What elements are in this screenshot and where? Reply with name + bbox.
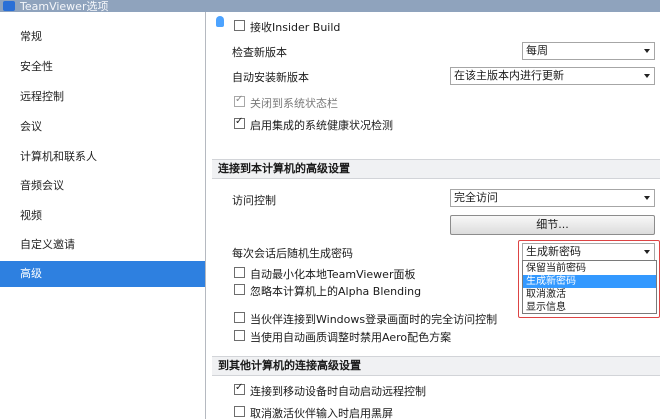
option-deactivate[interactable]: 取消激活 — [523, 288, 656, 301]
details-button[interactable]: 细节... — [450, 215, 655, 235]
access-control-label: 访问控制 — [232, 194, 276, 207]
alpha-blending-checkbox[interactable] — [234, 284, 245, 295]
sidebar-item-remote-control[interactable]: 远程控制 — [0, 84, 205, 110]
health-check-checkbox[interactable] — [234, 116, 245, 129]
sidebar: 常规 安全性 远程控制 会议 计算机和联系人 音频会议 视频 自定义邀请 高级 — [0, 12, 206, 419]
black-screen-checkbox[interactable] — [234, 406, 245, 417]
check-version-label: 检查新版本 — [232, 46, 287, 59]
incoming-section-header: 连接到本计算机的高级设置 — [212, 159, 660, 179]
chevron-down-icon — [644, 196, 650, 200]
chevron-down-icon — [644, 74, 650, 78]
close-to-tray-checkbox[interactable] — [234, 94, 245, 107]
random-password-dropdown-list: 保留当前密码 生成新密码 取消激活 显示信息 — [522, 260, 657, 314]
black-screen-label: 取消激活伙伴输入时启用黑屏 — [250, 407, 393, 419]
option-generate-password[interactable]: 生成新密码 — [523, 275, 656, 288]
sidebar-item-meeting[interactable]: 会议 — [0, 114, 205, 140]
random-password-label: 每次会话后随机生成密码 — [232, 247, 353, 260]
sidebar-item-custom-invitation[interactable]: 自定义邀请 — [0, 232, 205, 258]
check-version-select[interactable]: 每周 — [522, 42, 655, 60]
auto-install-label: 自动安装新版本 — [232, 71, 309, 84]
sidebar-item-audio-conference[interactable]: 音频会议 — [0, 173, 205, 199]
minimize-panel-checkbox[interactable] — [234, 267, 245, 278]
sidebar-item-video[interactable]: 视频 — [0, 203, 205, 229]
settings-panel: 接收Insider Build 检查新版本 每周 自动安装新版本 在该主版本内进… — [212, 12, 660, 419]
insider-build-label: 接收Insider Build — [250, 21, 341, 34]
sidebar-item-computers-contacts[interactable]: 计算机和联系人 — [0, 144, 205, 170]
outgoing-section-header: 到其他计算机的连接高级设置 — [212, 356, 660, 376]
title-bar: TeamViewer选项 — [0, 0, 660, 13]
auto-install-value: 在该主版本内进行更新 — [454, 69, 564, 82]
mobile-remote-control-checkbox[interactable] — [234, 382, 245, 395]
insider-build-checkbox[interactable] — [234, 20, 245, 31]
auto-install-select[interactable]: 在该主版本内进行更新 — [450, 67, 655, 85]
windows-logon-full-access-checkbox[interactable] — [234, 312, 245, 323]
sidebar-item-general[interactable]: 常规 — [0, 24, 205, 50]
minimize-panel-label: 自动最小化本地TeamViewer面板 — [250, 268, 416, 281]
disable-aero-checkbox[interactable] — [234, 330, 245, 341]
sidebar-item-security[interactable]: 安全性 — [0, 54, 205, 80]
option-keep-password[interactable]: 保留当前密码 — [523, 262, 656, 275]
mobile-remote-control-label: 连接到移动设备时自动启动远程控制 — [250, 385, 426, 398]
access-control-value: 完全访问 — [454, 191, 498, 204]
check-version-value: 每周 — [526, 44, 548, 57]
chevron-down-icon — [644, 49, 650, 53]
access-control-select[interactable]: 完全访问 — [450, 189, 655, 207]
option-show-info[interactable]: 显示信息 — [523, 301, 656, 314]
teamviewer-logo-icon — [3, 1, 15, 11]
windows-logon-full-access-label: 当伙伴连接到Windows登录画面时的完全访问控制 — [250, 313, 498, 326]
disable-aero-label: 当使用自动画质调整时禁用Aero配色方案 — [250, 331, 452, 344]
close-to-tray-label: 关闭到系统状态栏 — [250, 97, 338, 110]
sidebar-item-advanced[interactable]: 高级 — [0, 261, 205, 287]
health-check-label: 启用集成的系统健康状况检测 — [250, 119, 393, 132]
alpha-blending-label: 忽略本计算机上的Alpha Blending — [250, 285, 422, 298]
